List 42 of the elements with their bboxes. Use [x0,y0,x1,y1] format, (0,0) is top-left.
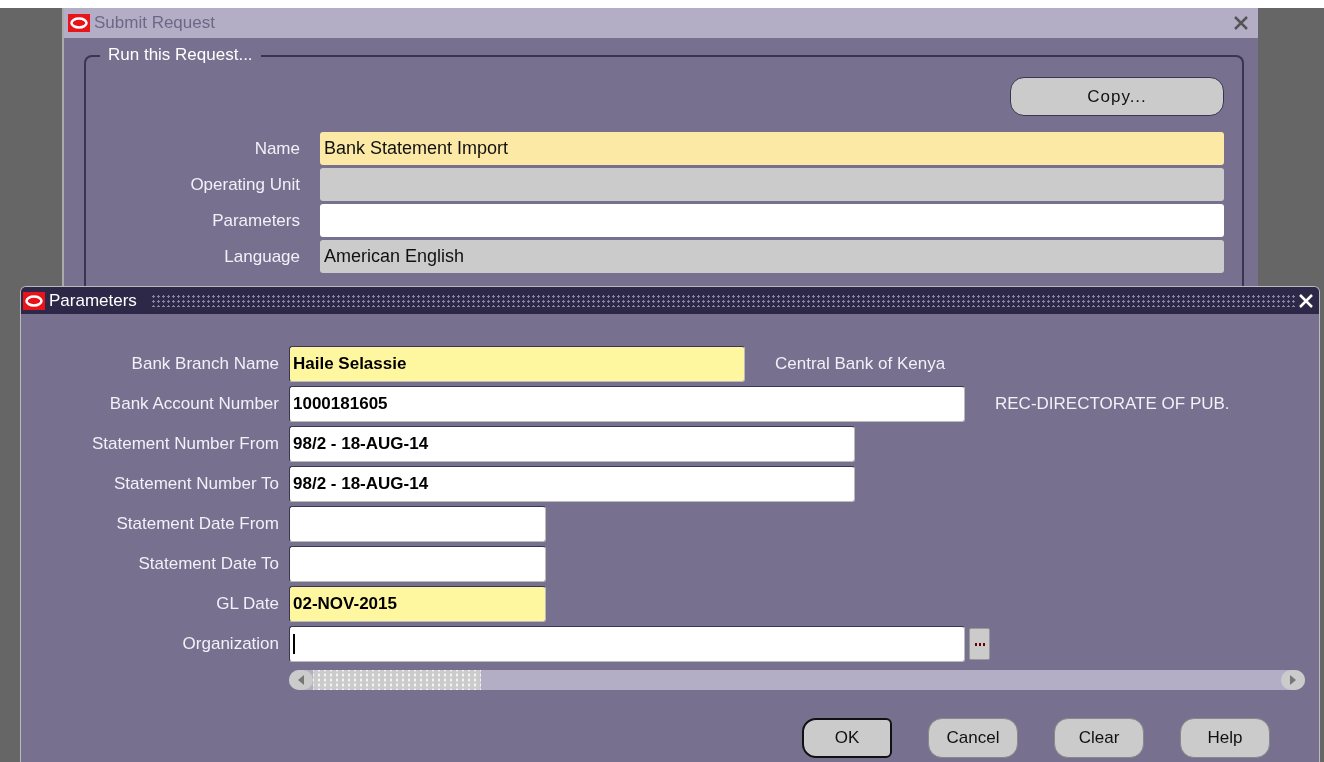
window-title: Parameters [49,290,137,311]
copy-button[interactable]: Copy... [1010,77,1224,116]
list-of-values-button[interactable] [969,628,990,660]
input-field[interactable]: 1000181605 [289,386,965,422]
field-label: Parameters [211,210,300,231]
field-label: Name [253,138,300,159]
field-label: Statement Date From [115,514,279,534]
field-label: Statement Date To [137,554,279,574]
logo-icon [68,14,90,32]
input-field[interactable] [289,506,546,542]
input-field[interactable]: American English [320,240,1224,273]
window-title: Submit Request [94,13,215,33]
field-description: REC-DIRECTORATE OF PUB. [995,394,1230,414]
input-field[interactable] [289,546,546,582]
field-label: Bank Account Number [108,394,279,414]
field-description: Central Bank of Kenya [775,354,946,374]
field-label: Language [223,246,300,267]
logo-icon [23,291,45,310]
input-field[interactable]: 98/2 - 18-AUG-14 [289,466,855,502]
scroll-left-icon[interactable] [289,670,313,690]
dialog-button[interactable]: Cancel [928,718,1018,758]
field-label: Statement Number From [90,434,279,454]
scroll-right-icon[interactable] [1281,670,1305,690]
field-label: Statement Number To [112,474,279,494]
field-label: Operating Unit [189,174,300,195]
input-field[interactable] [320,168,1224,201]
input-field[interactable]: 02-NOV-2015 [289,586,546,622]
horizontal-scrollbar[interactable] [289,670,1305,690]
scroll-thumb[interactable] [313,670,481,690]
section-title: Run this Request... [100,45,261,65]
ellipsis-icon [974,642,985,646]
field-label: GL Date [215,594,279,614]
input-field[interactable] [289,626,965,662]
dialog-button[interactable]: Clear [1054,718,1144,758]
field-label: Organization [181,634,279,654]
input-field[interactable]: Bank Statement Import [320,132,1224,165]
input-field[interactable]: Haile Selassie [289,346,745,382]
input-field[interactable] [320,204,1224,237]
input-field[interactable]: 98/2 - 18-AUG-14 [289,426,855,462]
dialog-button[interactable]: OK [802,718,892,758]
field-label: Bank Branch Name [130,354,279,374]
dialog-button[interactable]: Help [1180,718,1270,758]
